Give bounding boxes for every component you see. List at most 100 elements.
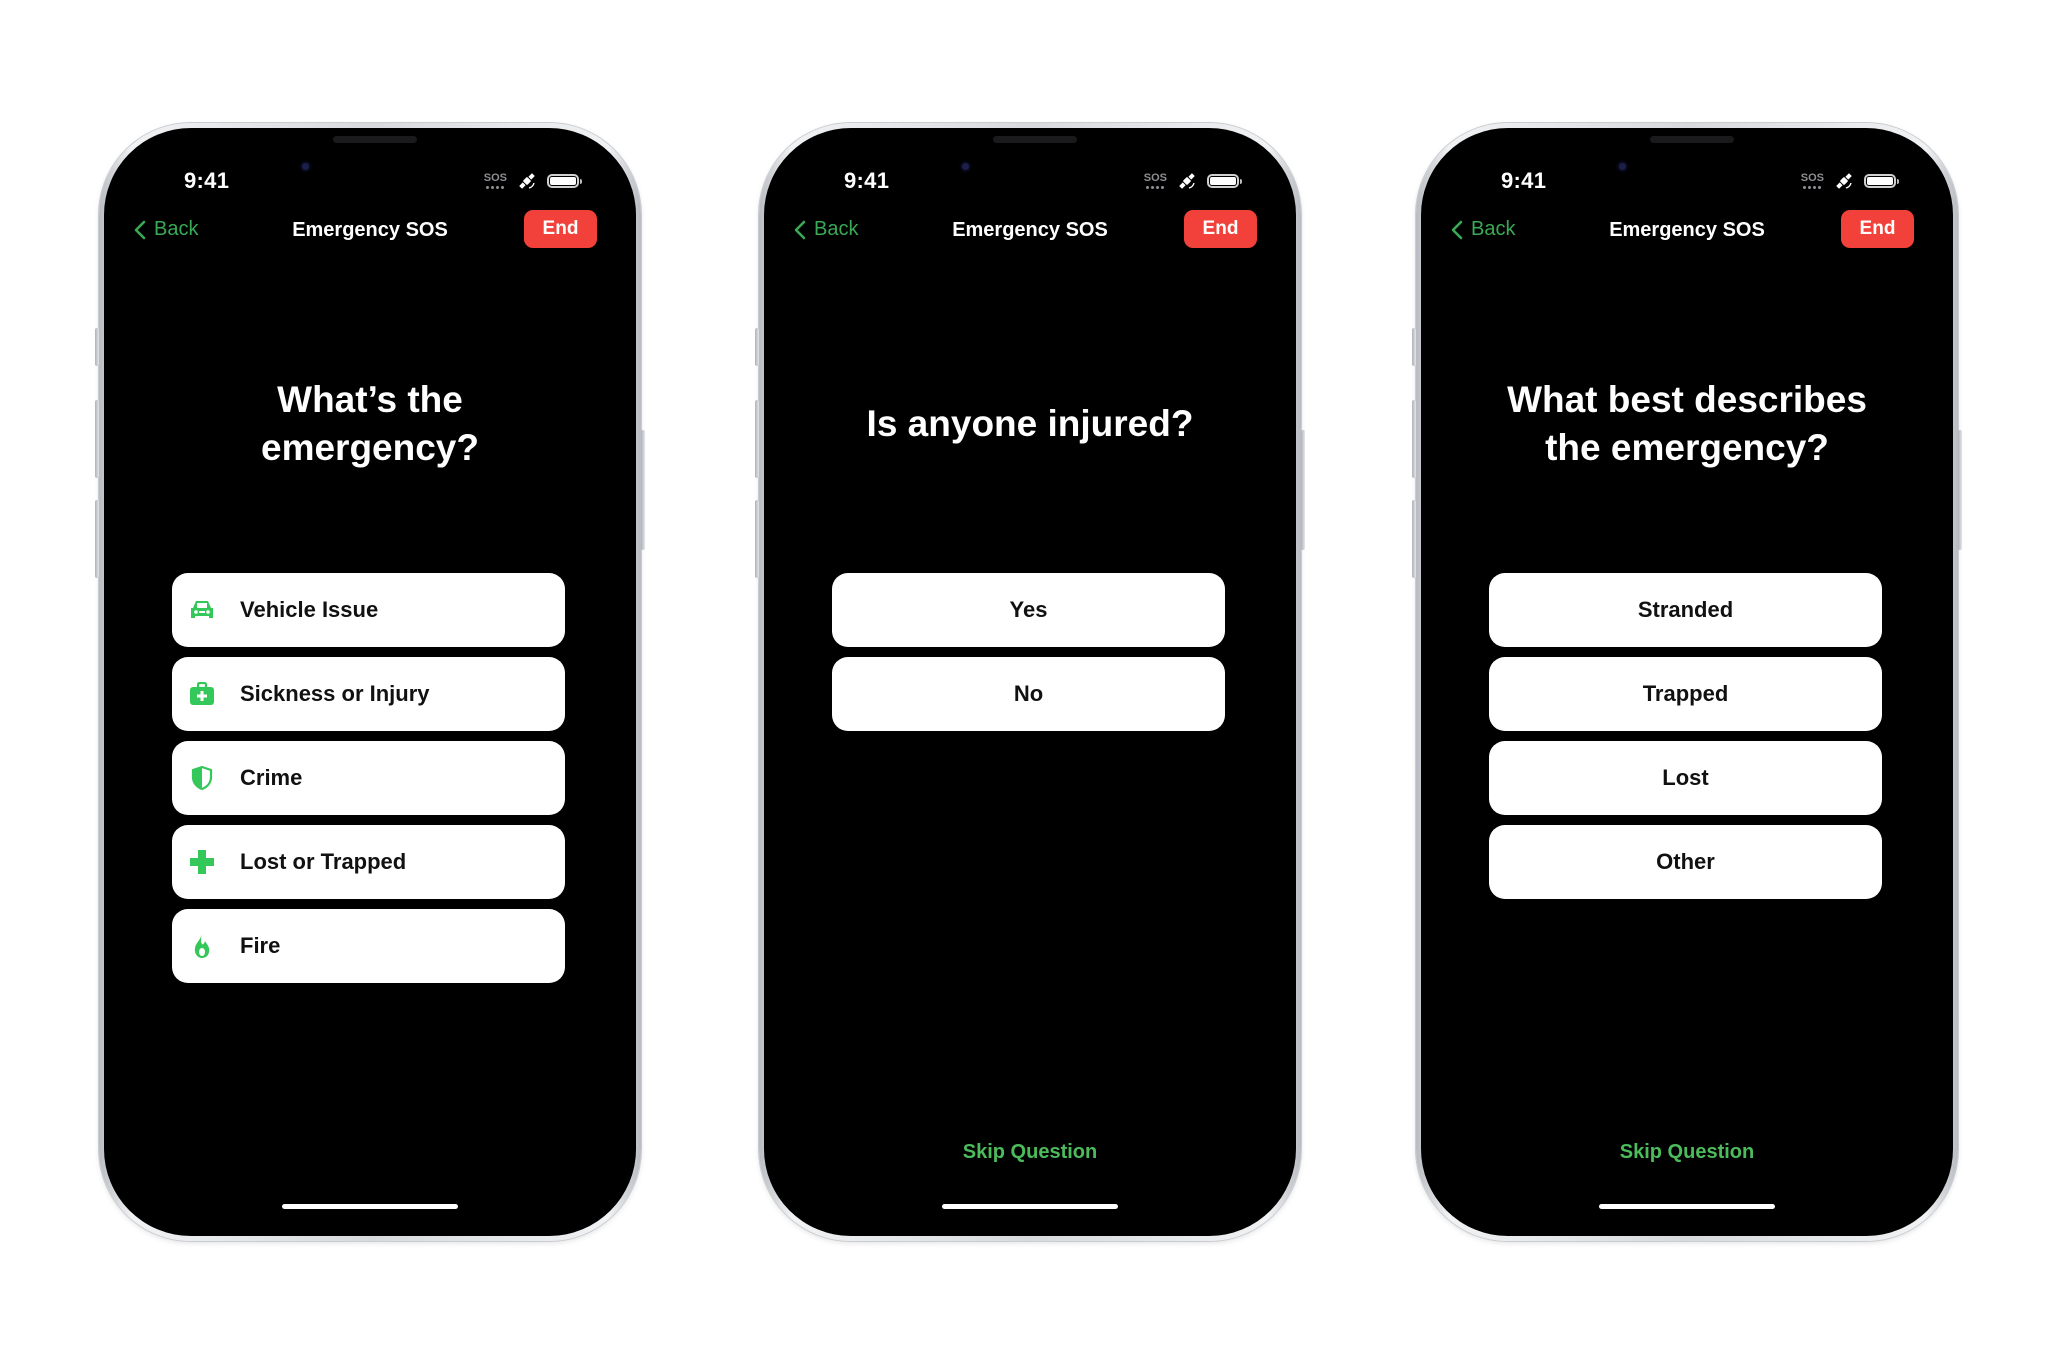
mute-switch (755, 328, 759, 366)
option-other[interactable]: Other (1489, 825, 1882, 899)
volume-up-button (1412, 400, 1416, 478)
front-camera (962, 163, 969, 170)
options-list: Yes No (832, 573, 1225, 731)
option-label: Vehicle Issue (240, 597, 379, 622)
status-icons: SOS (1801, 171, 1899, 191)
sos-label: SOS (1800, 172, 1824, 184)
speaker-grille (993, 136, 1077, 143)
end-button[interactable]: End (1184, 210, 1257, 248)
chevron-left-icon (794, 220, 806, 239)
sos-signal-icon: SOS (1801, 173, 1824, 189)
question-line: What best describes (1507, 379, 1867, 420)
option-fire[interactable]: Fire (172, 909, 565, 983)
option-trapped[interactable]: Trapped (1489, 657, 1882, 731)
options-list: Stranded Trapped Lost Other (1489, 573, 1882, 899)
phone-mockup-2: 9:41 SOS Back Emergency SOS End Is anyon… (755, 123, 1305, 1241)
option-label: Fire (240, 933, 281, 958)
battery-icon (1864, 174, 1899, 188)
speaker-grille (1650, 136, 1734, 143)
status-time: 9:41 (1501, 168, 1547, 193)
question-heading: What’s the emergency? (134, 376, 606, 472)
mute-switch (95, 328, 99, 366)
status-icons: SOS (1144, 171, 1242, 191)
shield-icon (188, 764, 216, 792)
volume-down-button (95, 500, 99, 578)
option-label: Crime (240, 765, 303, 790)
flame-icon (188, 932, 216, 960)
end-button[interactable]: End (1841, 210, 1914, 248)
chevron-left-icon (1451, 220, 1463, 239)
status-time: 9:41 (844, 168, 890, 193)
skip-question-link[interactable]: Skip Question (764, 1141, 1296, 1164)
volume-up-button (755, 400, 759, 478)
question-line: Is anyone injured? (866, 403, 1194, 444)
option-lost-or-trapped[interactable]: Lost or Trapped (172, 825, 565, 899)
option-no[interactable]: No (832, 657, 1225, 731)
home-indicator[interactable] (282, 1204, 458, 1209)
power-button (1958, 430, 1962, 550)
screen: 9:41 SOS Back Emergency SOS En (1421, 128, 1953, 1236)
speaker-grille (333, 136, 417, 143)
question-line: What’s the (277, 379, 463, 420)
phone-mockup-1: 9:41 SOS Back Emergency SOS End What’s t… (95, 123, 645, 1241)
home-indicator[interactable] (1599, 1204, 1775, 1209)
satellite-icon (1179, 173, 1195, 189)
medical-bag-icon (188, 680, 216, 708)
nav-bar: Back Emergency SOS End (1421, 210, 1953, 250)
volume-down-button (755, 500, 759, 578)
option-label: Other (1656, 849, 1715, 874)
back-button[interactable]: Back (1451, 218, 1515, 241)
option-vehicle-issue[interactable]: Vehicle Issue (172, 573, 565, 647)
option-label: Sickness or Injury (240, 681, 430, 706)
cross-icon (188, 848, 216, 876)
volume-up-button (95, 400, 99, 478)
back-label: Back (154, 218, 199, 240)
phone-mockup-3: 9:41 SOS Back Emergency SOS End What bes… (1412, 123, 1962, 1241)
satellite-icon (519, 173, 535, 189)
home-indicator[interactable] (942, 1204, 1118, 1209)
option-label: Lost or Trapped (240, 849, 407, 874)
sos-label: SOS (1143, 172, 1167, 184)
option-sickness-or-injury[interactable]: Sickness or Injury (172, 657, 565, 731)
question-heading: Is anyone injured? (794, 400, 1266, 448)
power-button (1301, 430, 1305, 550)
options-list: Vehicle Issue Sickness or Injury Crime L… (172, 573, 565, 983)
satellite-icon (1836, 173, 1852, 189)
question-line: emergency? (261, 427, 479, 468)
option-label: Yes (1009, 597, 1048, 622)
option-stranded[interactable]: Stranded (1489, 573, 1882, 647)
back-label: Back (1471, 218, 1516, 240)
question-heading: What best describes the emergency? (1451, 376, 1923, 472)
power-button (641, 430, 645, 550)
front-camera (302, 163, 309, 170)
end-button[interactable]: End (524, 210, 597, 248)
battery-icon (547, 174, 582, 188)
option-lost[interactable]: Lost (1489, 741, 1882, 815)
screen: 9:41 SOS Back Emergency SOS En (764, 128, 1296, 1236)
front-camera (1619, 163, 1626, 170)
option-label: Lost (1662, 765, 1709, 790)
question-line: the emergency? (1545, 427, 1829, 468)
option-yes[interactable]: Yes (832, 573, 1225, 647)
sos-signal-icon: SOS (484, 173, 507, 189)
car-icon (188, 596, 216, 624)
sos-label: SOS (483, 172, 507, 184)
screen: 9:41 SOS Back Emergency SOS En (104, 128, 636, 1236)
mute-switch (1412, 328, 1416, 366)
skip-question-link[interactable]: Skip Question (1421, 1141, 1953, 1164)
battery-icon (1207, 174, 1242, 188)
back-button[interactable]: Back (134, 218, 198, 241)
back-label: Back (814, 218, 859, 240)
option-label: Stranded (1637, 597, 1734, 622)
status-time: 9:41 (184, 168, 230, 193)
nav-bar: Back Emergency SOS End (104, 210, 636, 250)
option-crime[interactable]: Crime (172, 741, 565, 815)
option-label: Trapped (1642, 681, 1729, 706)
chevron-left-icon (134, 220, 146, 239)
volume-down-button (1412, 500, 1416, 578)
nav-bar: Back Emergency SOS End (764, 210, 1296, 250)
back-button[interactable]: Back (794, 218, 858, 241)
sos-signal-icon: SOS (1144, 173, 1167, 189)
option-label: No (1013, 681, 1044, 706)
status-icons: SOS (484, 171, 582, 191)
